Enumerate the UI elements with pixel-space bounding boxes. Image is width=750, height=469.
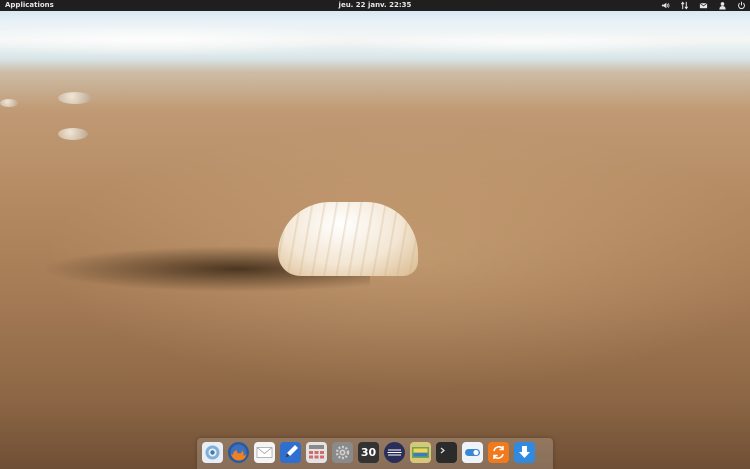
mail-icon[interactable] bbox=[699, 1, 708, 10]
wallpaper-sea-foam bbox=[0, 11, 750, 69]
indicator-area bbox=[661, 0, 746, 11]
wallpaper-seashell bbox=[278, 202, 418, 276]
update-manager-icon[interactable] bbox=[488, 442, 509, 463]
wallpaper-pebble bbox=[58, 92, 92, 104]
datetime-indicator[interactable]: jeu. 22 janv. 22:35 bbox=[339, 1, 412, 9]
dock: 30 bbox=[197, 438, 553, 469]
scratch-editor-icon[interactable] bbox=[280, 442, 301, 463]
wallpaper-pebble bbox=[58, 128, 88, 140]
calendar-day-label: 30 bbox=[360, 446, 377, 459]
calculator-icon[interactable] bbox=[306, 442, 327, 463]
wallpaper-pebble bbox=[0, 99, 18, 107]
firefox-icon[interactable] bbox=[228, 442, 249, 463]
downloads-icon[interactable] bbox=[514, 442, 535, 463]
top-panel: Applications jeu. 22 janv. 22:35 bbox=[0, 0, 750, 11]
music-player-icon[interactable] bbox=[384, 442, 405, 463]
clock-container: jeu. 22 janv. 22:35 bbox=[0, 0, 750, 11]
network-icon[interactable] bbox=[680, 1, 689, 10]
mail-app-icon[interactable] bbox=[254, 442, 275, 463]
calendar-icon[interactable]: 30 bbox=[358, 442, 379, 463]
power-icon[interactable] bbox=[737, 1, 746, 10]
volume-icon[interactable] bbox=[661, 1, 670, 10]
user-icon[interactable] bbox=[718, 1, 727, 10]
switchboard-icon[interactable] bbox=[462, 442, 483, 463]
applications-menu-button[interactable]: Applications bbox=[5, 0, 54, 11]
photos-icon[interactable] bbox=[410, 442, 431, 463]
terminal-icon[interactable] bbox=[436, 442, 457, 463]
midori-browser-icon[interactable] bbox=[202, 442, 223, 463]
dock-items: 30 bbox=[202, 442, 535, 463]
settings-icon[interactable] bbox=[332, 442, 353, 463]
